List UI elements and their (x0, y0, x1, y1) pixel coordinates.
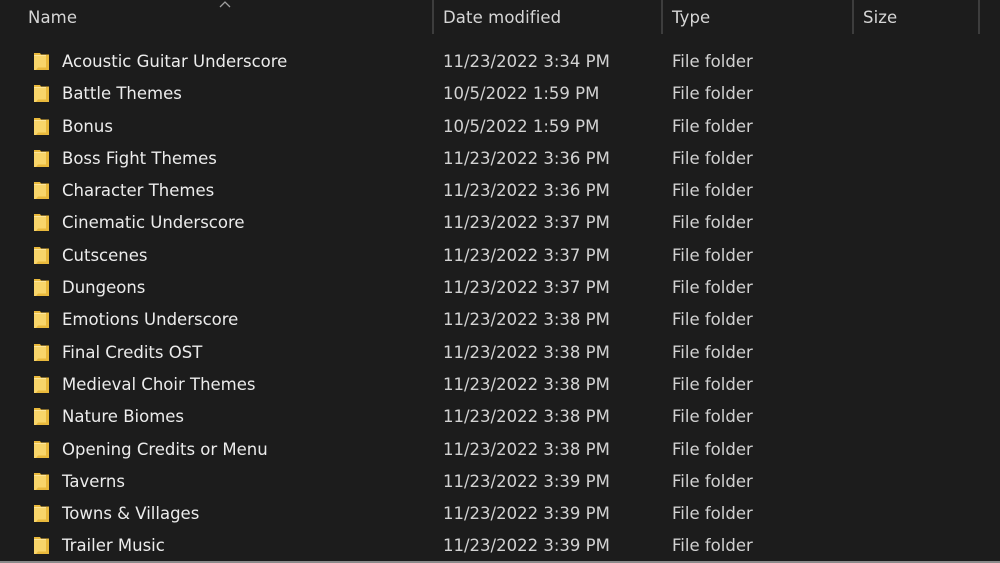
file-name: Boss Fight Themes (62, 148, 217, 168)
folder-icon (33, 52, 50, 71)
folder-icon (33, 440, 50, 459)
file-date-modified: 11/23/2022 3:37 PM (443, 213, 610, 233)
file-name: Medieval Choir Themes (62, 374, 256, 394)
column-header-type-label: Type (672, 7, 711, 27)
file-row[interactable]: Cutscenes 11/23/2022 3:37 PM File folder (0, 240, 1000, 272)
file-row[interactable]: Medieval Choir Themes 11/23/2022 3:38 PM… (0, 369, 1000, 401)
file-date-modified: 11/23/2022 3:38 PM (443, 342, 610, 362)
folder-icon (33, 310, 50, 329)
file-date-modified: 11/23/2022 3:36 PM (443, 148, 610, 168)
file-name: Character Themes (62, 181, 215, 201)
file-type: File folder (672, 504, 753, 524)
folder-icon (33, 407, 50, 426)
file-type: File folder (672, 148, 753, 168)
file-type: File folder (672, 116, 753, 136)
file-row[interactable]: Acoustic Guitar Underscore 11/23/2022 3:… (0, 46, 1000, 78)
file-type: File folder (672, 310, 753, 330)
file-row[interactable]: Character Themes 11/23/2022 3:36 PM File… (0, 175, 1000, 207)
folder-icon (33, 278, 50, 297)
file-type: File folder (672, 471, 753, 491)
file-date-modified: 11/23/2022 3:39 PM (443, 536, 610, 556)
file-name: Final Credits OST (62, 342, 203, 362)
file-type: File folder (672, 84, 753, 104)
folder-icon (33, 84, 50, 103)
file-date-modified: 11/23/2022 3:39 PM (443, 504, 610, 524)
file-type: File folder (672, 213, 753, 233)
column-resize-handle-type[interactable] (852, 0, 854, 34)
file-row[interactable]: Cinematic Underscore 11/23/2022 3:37 PM … (0, 207, 1000, 239)
file-date-modified: 11/23/2022 3:38 PM (443, 407, 610, 427)
column-header-size-label: Size (863, 7, 898, 27)
column-header-name-label: Name (28, 7, 78, 27)
file-type: File folder (672, 342, 753, 362)
file-type: File folder (672, 374, 753, 394)
file-date-modified: 10/5/2022 1:59 PM (443, 84, 600, 104)
file-name: Nature Biomes (62, 407, 185, 427)
folder-icon (33, 246, 50, 265)
column-header-bar: Name Date modified Type Size (0, 0, 1000, 34)
column-resize-handle-name[interactable] (432, 0, 434, 34)
file-type: File folder (672, 407, 753, 427)
file-name: Dungeons (62, 278, 146, 298)
file-name: Bonus (62, 116, 113, 136)
file-date-modified: 11/23/2022 3:37 PM (443, 278, 610, 298)
folder-icon (33, 181, 50, 200)
file-row[interactable]: Final Credits OST 11/23/2022 3:38 PM Fil… (0, 337, 1000, 369)
file-row[interactable]: Towns & Villages 11/23/2022 3:39 PM File… (0, 498, 1000, 530)
file-name: Taverns (62, 471, 125, 491)
column-header-type[interactable]: Type (672, 0, 848, 34)
file-type: File folder (672, 181, 753, 201)
chevron-up-icon (219, 0, 231, 8)
file-row[interactable]: Battle Themes 10/5/2022 1:59 PM File fol… (0, 78, 1000, 110)
file-date-modified: 11/23/2022 3:38 PM (443, 310, 610, 330)
file-type: File folder (672, 245, 753, 265)
file-name: Cinematic Underscore (62, 213, 245, 233)
column-resize-handle-size[interactable] (978, 0, 980, 34)
file-row[interactable]: Opening Credits or Menu 11/23/2022 3:38 … (0, 434, 1000, 466)
file-name: Battle Themes (62, 84, 182, 104)
file-date-modified: 11/23/2022 3:36 PM (443, 181, 610, 201)
folder-icon (33, 149, 50, 168)
file-date-modified: 11/23/2022 3:38 PM (443, 439, 610, 459)
file-explorer-details-view: Name Date modified Type Size Acoustic Gu… (0, 0, 1000, 563)
column-header-date-modified[interactable]: Date modified (443, 0, 658, 34)
file-type: File folder (672, 439, 753, 459)
file-row[interactable]: Nature Biomes 11/23/2022 3:38 PM File fo… (0, 401, 1000, 433)
file-row[interactable]: Boss Fight Themes 11/23/2022 3:36 PM Fil… (0, 143, 1000, 175)
folder-icon (33, 213, 50, 232)
file-date-modified: 11/23/2022 3:39 PM (443, 471, 610, 491)
file-type: File folder (672, 536, 753, 556)
file-type: File folder (672, 52, 753, 71)
file-row[interactable]: Emotions Underscore 11/23/2022 3:38 PM F… (0, 304, 1000, 336)
file-row[interactable]: Trailer Music 11/23/2022 3:39 PM File fo… (0, 530, 1000, 562)
folder-icon (33, 117, 50, 136)
file-name: Emotions Underscore (62, 310, 239, 330)
folder-icon (33, 343, 50, 362)
column-header-size[interactable]: Size (863, 0, 975, 34)
file-row[interactable]: Bonus 10/5/2022 1:59 PM File folder (0, 111, 1000, 143)
file-date-modified: 11/23/2022 3:38 PM (443, 374, 610, 394)
file-name: Cutscenes (62, 245, 148, 265)
folder-icon (33, 472, 50, 491)
file-date-modified: 10/5/2022 1:59 PM (443, 116, 600, 136)
file-date-modified: 11/23/2022 3:34 PM (443, 52, 610, 71)
file-name: Trailer Music (62, 536, 165, 556)
folder-icon (33, 375, 50, 394)
column-resize-handle-date[interactable] (661, 0, 663, 34)
column-header-date-label: Date modified (443, 7, 562, 27)
file-row[interactable]: Dungeons 11/23/2022 3:37 PM File folder (0, 272, 1000, 304)
file-type: File folder (672, 278, 753, 298)
file-name: Opening Credits or Menu (62, 439, 268, 459)
file-row[interactable]: Taverns 11/23/2022 3:39 PM File folder (0, 466, 1000, 498)
file-name: Towns & Villages (62, 504, 200, 524)
folder-icon (33, 504, 50, 523)
folder-icon (33, 536, 50, 555)
file-name: Acoustic Guitar Underscore (62, 52, 288, 71)
file-list: Acoustic Guitar Underscore 11/23/2022 3:… (0, 46, 1000, 563)
file-date-modified: 11/23/2022 3:37 PM (443, 245, 610, 265)
